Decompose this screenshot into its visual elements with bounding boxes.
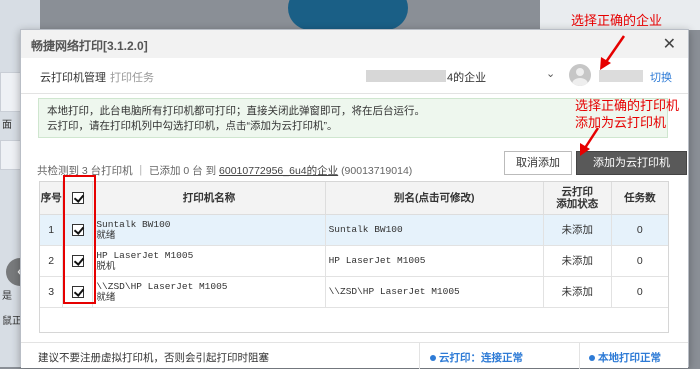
annotation-arrow xyxy=(580,127,600,156)
annotation-arrow xyxy=(600,35,626,70)
annotation-arrows xyxy=(580,35,626,156)
